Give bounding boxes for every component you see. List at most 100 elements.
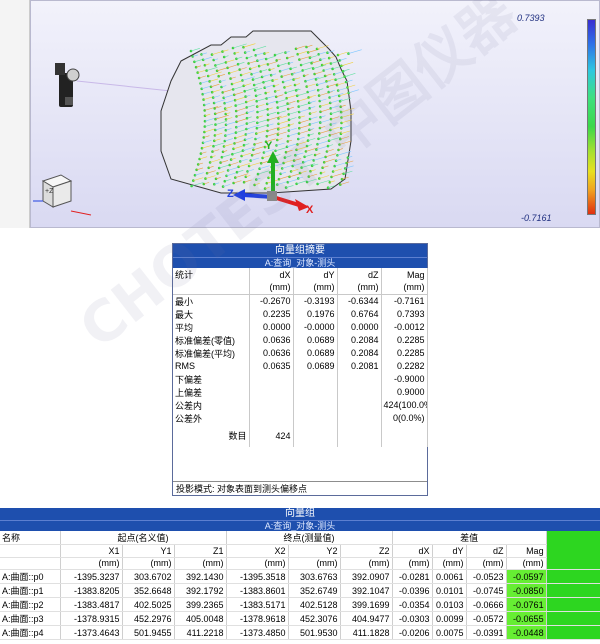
- row-name: A:曲面::p2: [0, 597, 61, 613]
- cell-y2: 352.6749: [288, 583, 341, 599]
- col-z1: Z1: [174, 544, 227, 558]
- col-group-end: 终点(测量值): [226, 531, 393, 545]
- cell-dz: -0.0391: [466, 625, 507, 641]
- cell-x1: -1383.8205: [60, 583, 123, 599]
- summary-count-row: 数目 424: [173, 424, 428, 447]
- 3d-viewport[interactable]: X Y Z +Z 0.7393 -0.7161: [30, 0, 600, 228]
- table-row[interactable]: A:曲面::p1 -1383.8205 352.6648 392.1792 -1383.…: [0, 583, 600, 599]
- cell-mag: -0.0655: [506, 611, 547, 627]
- count-label: 数目: [173, 424, 250, 447]
- summary-cell-dz: [337, 411, 382, 425]
- col-z2: Z2: [340, 544, 393, 558]
- summary-row: 最小 -0.2670 -0.3193 -0.6344 -0.7161: [173, 294, 428, 308]
- cell-dz: -0.0745: [466, 583, 507, 599]
- deviation-vector: [190, 48, 200, 52]
- summary-cell-dy: 0.0689: [293, 346, 338, 360]
- vector-column-header-row: X1 Y1 Z1 X2 Y2 Z2 dX dY dZ Mag: [0, 544, 600, 558]
- cell-z1: 411.2218: [174, 625, 227, 641]
- summary-cell-dy: [293, 372, 338, 386]
- unit: (mm): [337, 281, 382, 295]
- summary-row: 上偏差 0.9000: [173, 385, 428, 399]
- cell-y2: 501.9530: [288, 625, 341, 641]
- colorbar-max-label: 0.7393: [517, 13, 545, 23]
- view-cube[interactable]: +Z: [33, 174, 92, 216]
- table-row[interactable]: A:曲面::p2 -1383.4817 402.5025 399.2365 -1383.…: [0, 597, 600, 613]
- summary-cell-label: 平均: [173, 320, 250, 334]
- col-mag: Mag: [506, 544, 547, 558]
- cell-dx: -0.0206: [392, 625, 433, 641]
- summary-col-dz: dZ: [337, 268, 382, 281]
- cell-x1: -1395.3237: [60, 569, 123, 585]
- cell-dx: -0.0396: [392, 583, 433, 599]
- summary-cell-dz: -0.6344: [337, 294, 382, 308]
- summary-cell-label: 公差内: [173, 398, 250, 412]
- cell-y1: 402.5025: [122, 597, 175, 613]
- summary-cell-label: 最小: [173, 294, 250, 308]
- cell-dy: 0.0101: [432, 583, 467, 599]
- deviation-vector: [343, 68, 350, 72]
- vector-group-table: 向量组 A:查询_对象-测头 名称 起点(名义值) 终点(测量值) 差值 X1 Y…: [0, 508, 600, 644]
- summary-cell-dx: -0.2670: [249, 294, 294, 308]
- summary-col-dy: dY: [293, 268, 338, 281]
- summary-cell-dz: [337, 398, 382, 412]
- cell-dx: -0.0303: [392, 611, 433, 627]
- vector-table-grid: 名称 起点(名义值) 终点(测量值) 差值 X1 Y1 Z1 X2 Y2 Z2 dX dY dZ…: [0, 531, 600, 641]
- col-group-diff: 差值: [392, 531, 547, 545]
- unit: (mm): [506, 557, 547, 571]
- cell-z1: 392.1792: [174, 583, 227, 599]
- cell-mag: -0.0448: [506, 625, 547, 641]
- col-dz: dZ: [466, 544, 507, 558]
- cell-mag: -0.0597: [506, 569, 547, 585]
- summary-col-stat: 统计: [173, 268, 250, 281]
- tolerance-bar-cell: [546, 583, 600, 599]
- summary-cell-dz: 0.2081: [337, 359, 382, 373]
- unit: (mm): [122, 557, 175, 571]
- col-y2: Y2: [288, 544, 341, 558]
- cell-mag: -0.0761: [506, 597, 547, 613]
- summary-cell-dx: [249, 372, 294, 386]
- summary-cell-dx: [249, 411, 294, 425]
- deviation-vector: [344, 73, 356, 77]
- cell-dy: 0.0103: [432, 597, 467, 613]
- tolerance-bar-cell: [546, 611, 600, 627]
- summary-cell-dx: [249, 385, 294, 399]
- summary-cell-dx: 0.0000: [249, 320, 294, 334]
- col-x1: X1: [60, 544, 123, 558]
- probe-icon: [55, 63, 80, 107]
- summary-cell-dx: 0.0635: [249, 359, 294, 373]
- deviation-vector: [337, 51, 348, 56]
- summary-cell-mag: 0.2282: [381, 359, 428, 373]
- axis-x-label: X: [306, 204, 314, 216]
- cell-dy: 0.0075: [432, 625, 467, 641]
- cell-dz: -0.0572: [466, 611, 507, 627]
- table-row[interactable]: A:曲面::p3 -1378.9315 452.2976 405.0048 -1378.…: [0, 611, 600, 627]
- point-cloud-scene: X Y Z +Z: [33, 30, 362, 216]
- summary-table: 统计 dX dY dZ Mag (mm) (mm) (mm) (mm) 最小 -0…: [173, 268, 428, 447]
- summary-cell-mag: 424(100.0%): [381, 398, 428, 412]
- summary-row: 下偏差 -0.9000: [173, 372, 428, 386]
- col-dy: dY: [432, 544, 467, 558]
- summary-cell-label: 最大: [173, 307, 250, 321]
- unit: (mm): [249, 281, 294, 295]
- summary-cell-label: RMS: [173, 359, 250, 373]
- summary-cell-dy: -0.0000: [293, 320, 338, 334]
- cell-dz: -0.0523: [466, 569, 507, 585]
- summary-row: RMS 0.0635 0.0689 0.2081 0.2282: [173, 359, 428, 373]
- cell-y1: 501.9455: [122, 625, 175, 641]
- summary-row: 平均 0.0000 -0.0000 0.0000 -0.0012: [173, 320, 428, 334]
- summary-row: 标准偏差(零值) 0.0636 0.0689 0.2084 0.2285: [173, 333, 428, 347]
- summary-cell-dy: 0.0689: [293, 333, 338, 347]
- cell-z1: 392.1430: [174, 569, 227, 585]
- table-row[interactable]: A:曲面::p4 -1373.4643 501.9455 411.2218 -1373.…: [0, 625, 600, 641]
- table-row[interactable]: A:曲面::p0 -1395.3237 303.6702 392.1430 -1395.…: [0, 569, 600, 585]
- cell-z2: 392.0907: [340, 569, 393, 585]
- cell-z1: 405.0048: [174, 611, 227, 627]
- unit: (mm): [60, 557, 123, 571]
- summary-cell-dz: 0.2084: [337, 346, 382, 360]
- summary-cell-mag: -0.0012: [381, 320, 428, 334]
- cell-x1: -1378.9315: [60, 611, 123, 627]
- cell-x2: -1378.9618: [226, 611, 289, 627]
- summary-unit-row: (mm) (mm) (mm) (mm): [173, 281, 428, 295]
- unit: (mm): [466, 557, 507, 571]
- left-panel-strip: [0, 0, 30, 228]
